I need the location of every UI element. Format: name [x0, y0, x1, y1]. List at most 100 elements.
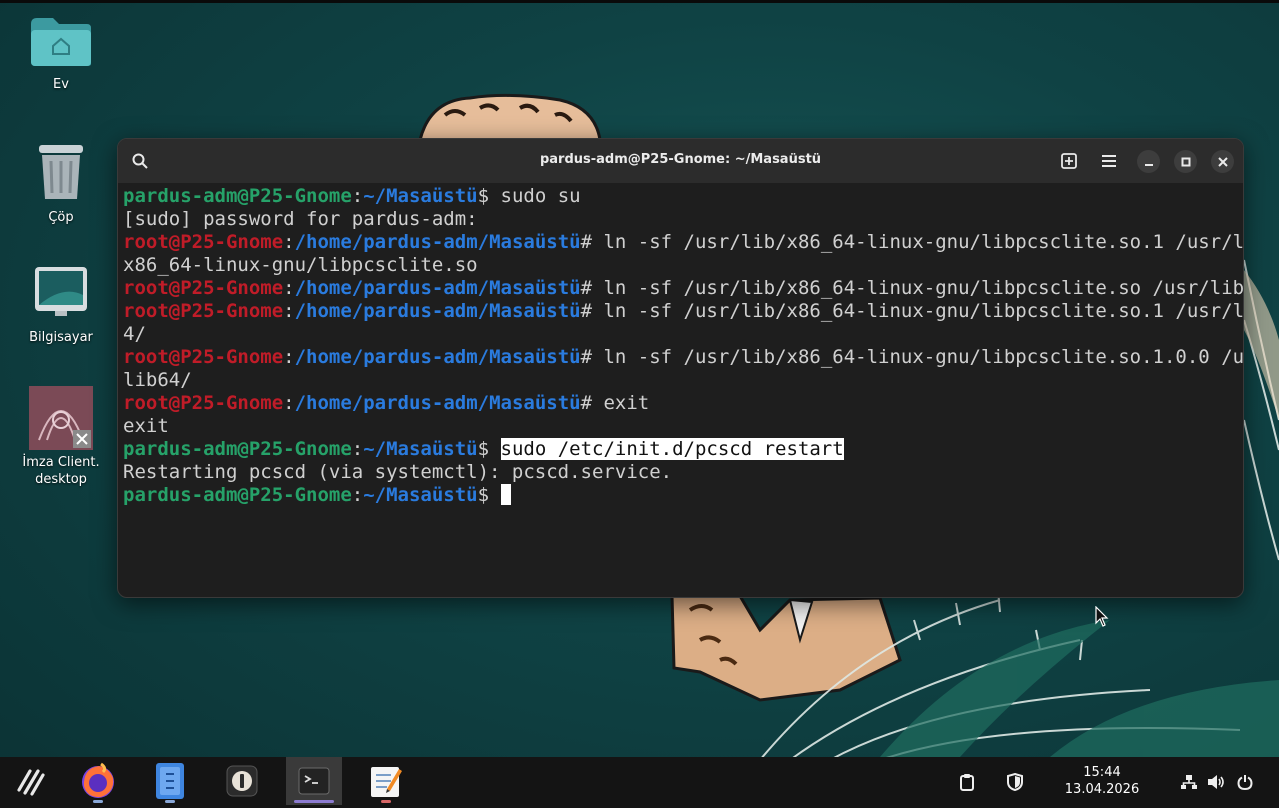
network-icon [1181, 775, 1197, 789]
running-indicator [165, 800, 175, 803]
desktop-icon-home[interactable]: Ev [11, 16, 111, 93]
minimize-button[interactable] [1137, 150, 1160, 173]
desktop-icon-label: İmza Client. [22, 455, 100, 470]
taskbar-text-editor[interactable] [358, 757, 414, 805]
terminal-line: [sudo] password for pardus-adm: [123, 208, 1235, 231]
app-menu-button[interactable] [3, 757, 59, 805]
terminal-titlebar[interactable]: pardus-adm@P25-Gnome: ~/Masaüstü [118, 139, 1243, 183]
prompt-symbol: # [580, 346, 604, 368]
prompt-path: /home/pardus-adm/Masaüstü [294, 231, 581, 253]
desktop-icon-computer[interactable]: Bilgisayar [11, 265, 111, 346]
firefox-icon [82, 762, 114, 798]
prompt-symbol: $ [477, 438, 501, 460]
home-folder-icon [31, 18, 91, 66]
running-indicator [93, 800, 103, 803]
power-button[interactable] [1235, 772, 1255, 792]
prompt-user: pardus-adm@P25-Gnome [123, 484, 352, 506]
desktop-icon-trash[interactable]: Çöp [11, 143, 111, 226]
output-text: x86_64-linux-gnu/libpcsclite.so [123, 254, 478, 276]
selected-command: sudo /etc/init.d/pcscd restart [500, 438, 844, 460]
prompt-separator: : [283, 277, 295, 299]
prompt-separator: : [283, 392, 295, 414]
taskbar-password-manager[interactable] [214, 757, 270, 805]
prompt-symbol: $ [477, 484, 501, 506]
desktop-icon-label: Ev [53, 77, 69, 92]
taskbar-files[interactable] [142, 757, 198, 805]
prompt-separator: : [351, 185, 364, 207]
computer-icon [35, 267, 87, 316]
pardus-menu-icon [17, 769, 45, 796]
prompt-path: /home/pardus-adm/Masaüstü [294, 392, 581, 414]
prompt-symbol: # [580, 277, 604, 299]
prompt-separator: : [351, 484, 364, 506]
terminal-line: x86_64-linux-gnu/libpcsclite.so [123, 254, 1235, 277]
maximize-icon [1181, 157, 1190, 166]
output-text: exit [123, 415, 169, 437]
terminal-output[interactable]: pardus-adm@P25-Gnome:~/Masaüstü$ sudo su… [123, 185, 1243, 597]
command-text: exit [603, 392, 650, 414]
prompt-path: /home/pardus-adm/Masaüstü [294, 277, 581, 299]
running-indicator [381, 800, 391, 803]
prompt-path: ~/Masaüstü [363, 438, 478, 460]
prompt-symbol: # [580, 231, 604, 253]
maximize-button[interactable] [1174, 150, 1197, 173]
top-edge-strip [0, 0, 1279, 3]
close-button[interactable] [1211, 150, 1234, 173]
terminal-line: pardus-adm@P25-Gnome:~/Masaüstü$ sudo su [123, 185, 1235, 208]
files-icon [156, 763, 184, 799]
power-icon [1237, 775, 1253, 790]
new-tab-button[interactable] [1059, 151, 1079, 171]
clipboard-button[interactable] [957, 772, 977, 792]
clipboard-icon [960, 774, 974, 791]
prompt-symbol: # [580, 392, 604, 414]
desktop-icon-label-line2: desktop [35, 472, 87, 487]
clock-date: 13.04.2026 [1064, 782, 1140, 797]
prompt-user: root@P25-Gnome [123, 300, 284, 322]
terminal-line: Restarting pcscd (via systemctl): pcscd.… [123, 461, 1235, 484]
terminal-window[interactable]: pardus-adm@P25-Gnome: ~/Masaüstü pardus-… [117, 138, 1244, 598]
desktop-icon-label: Çöp [48, 210, 74, 225]
volume-button[interactable] [1206, 772, 1226, 792]
command-text: ln -sf /usr/lib/x86_64-linux-gnu/libpcsc… [603, 231, 1244, 253]
menu-button[interactable] [1099, 151, 1119, 171]
terminal-line: pardus-adm@P25-Gnome:~/Masaüstü$ sudo /e… [123, 438, 1235, 461]
command-text: ln -sf /usr/lib/x86_64-linux-gnu/libpcsc… [603, 277, 1244, 299]
prompt-separator: : [283, 300, 295, 322]
taskbar-firefox[interactable] [70, 757, 126, 805]
prompt-user: pardus-adm@P25-Gnome [123, 438, 352, 460]
taskbar-terminal[interactable] [286, 757, 342, 805]
clock-time: 15:44 [1083, 765, 1121, 780]
prompt-user: root@P25-Gnome [123, 277, 284, 299]
new-tab-icon [1061, 153, 1077, 169]
prompt-path: ~/Masaüstü [363, 484, 478, 506]
mouse-pointer-icon [1095, 606, 1109, 627]
terminal-icon [298, 767, 330, 795]
password-manager-icon [226, 765, 258, 797]
output-text: lib64/ [123, 369, 192, 391]
command-text: sudo su [500, 185, 581, 207]
desktop-icon-label: Bilgisayar [29, 330, 93, 345]
output-text: Restarting pcscd (via systemctl): pcscd.… [123, 461, 673, 483]
terminal-line: lib64/ [123, 369, 1235, 392]
text-cursor [500, 484, 511, 505]
prompt-separator: : [283, 231, 295, 253]
active-indicator [294, 800, 334, 803]
terminal-line: root@P25-Gnome:/home/pardus-adm/Masaüstü… [123, 300, 1243, 323]
network-button[interactable] [1179, 772, 1199, 792]
terminal-line: exit [123, 415, 1235, 438]
prompt-user: pardus-adm@P25-Gnome [123, 185, 352, 207]
security-button[interactable] [1005, 772, 1025, 792]
prompt-path: /home/pardus-adm/Masaüstü [294, 346, 581, 368]
desktop-icon-imza-client[interactable]: İmza Client. desktop [11, 386, 111, 488]
terminal-line: root@P25-Gnome:/home/pardus-adm/Masaüstü… [123, 277, 1243, 300]
close-icon [1217, 156, 1228, 167]
prompt-path: ~/Masaüstü [363, 185, 478, 207]
clock[interactable]: 15:44 13.04.2026 [1050, 764, 1154, 798]
prompt-symbol: $ [477, 185, 501, 207]
shield-icon [1007, 773, 1023, 791]
terminal-line: root@P25-Gnome:/home/pardus-adm/Masaüstü… [123, 231, 1243, 254]
taskbar: 15:44 13.04.2026 [0, 757, 1279, 808]
output-text: 4/ [123, 323, 146, 345]
text-editor-icon [371, 767, 402, 797]
hamburger-menu-icon [1102, 155, 1116, 167]
